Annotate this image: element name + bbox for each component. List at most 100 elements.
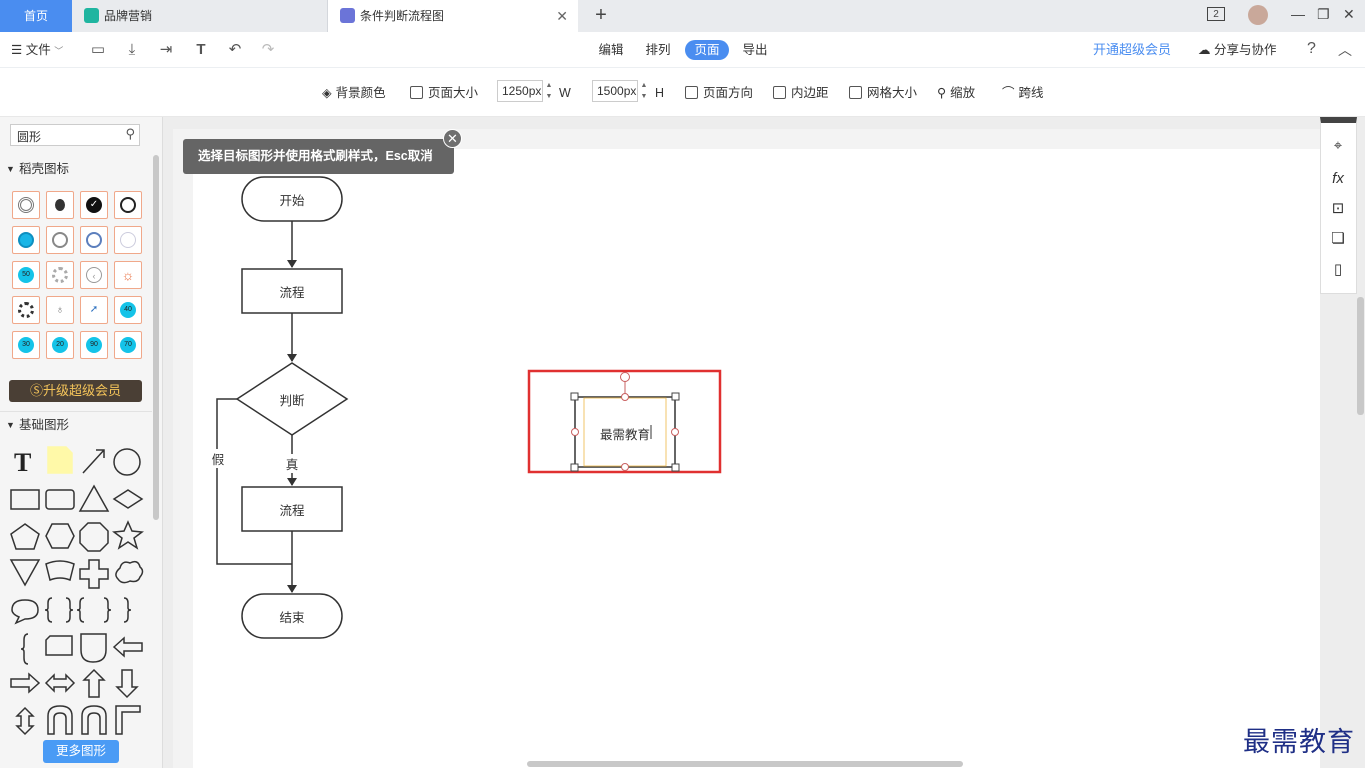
cloud-shape[interactable] [115,560,144,584]
circle-icon-item[interactable] [12,191,40,219]
right-arrow-shape[interactable] [10,672,41,694]
search-icon[interactable]: ⚲ [125,126,135,142]
brace-pair-shape[interactable] [76,597,112,623]
number-90-icon-item[interactable]: 90 [80,331,108,359]
circle-icon-item[interactable] [46,261,74,289]
double-arrow-shape[interactable] [44,673,76,693]
section-docer-icons[interactable]: ▼ 稻壳图标 [0,156,152,182]
card-shape[interactable] [45,635,73,656]
tooltip-close-icon[interactable]: ✕ [443,129,462,148]
page-icon[interactable]: ▯ [1328,260,1348,280]
share-button[interactable]: ☁ 分享与协作 [1198,41,1277,59]
background-color-button[interactable]: ◈ 背景颜色 [322,84,386,102]
collapse-icon[interactable]: ︿ [1338,40,1352,60]
left-brace-shape[interactable] [44,597,53,623]
circle-shape[interactable] [113,448,141,476]
tall-brace-shape[interactable] [20,633,29,665]
tab-edit[interactable]: 编辑 [596,40,626,60]
circle-icon-item[interactable] [46,226,74,254]
avatar[interactable] [1248,5,1268,25]
diamond-shape[interactable] [112,489,144,509]
flask-icon-item[interactable]: ♁ [46,296,74,324]
resize-handle-tl[interactable] [570,392,579,401]
page-width-input[interactable]: 1250px [497,80,543,102]
vertical-double-arrow-shape[interactable] [15,706,35,736]
download-icon[interactable]: ⤓ [123,41,141,59]
left-arrow-shape[interactable] [112,636,143,658]
anchor-right[interactable] [671,428,679,436]
minimize-icon[interactable]: — [1291,6,1305,22]
anchor-top[interactable] [621,393,629,401]
check-circle-icon-item[interactable]: ✓ [80,191,108,219]
tab-home[interactable]: 首页 [0,0,72,32]
u-turn-arrow-shape[interactable] [47,705,73,735]
page-size-button[interactable]: 页面大小 [410,84,478,102]
tab-arrange[interactable]: 排列 [643,40,673,60]
number-70-icon-item[interactable]: 70 [114,331,142,359]
zoom-button[interactable]: ⚲ 缩放 [937,84,975,102]
pentagon-shape[interactable] [10,523,40,550]
format-painter-icon[interactable]: T [192,41,210,59]
save-icon[interactable]: ▭ [89,41,107,59]
tab-page[interactable]: 页面 [685,40,729,60]
resize-handle-tr[interactable] [671,392,680,401]
note-shape[interactable] [47,446,73,474]
window-count-badge[interactable]: 2 [1207,7,1225,21]
rocket-icon-item[interactable]: ➚ [80,296,108,324]
tab-brand-marketing[interactable]: 品牌营销 [72,0,328,32]
page-orientation-button[interactable]: 页面方向 [685,84,753,102]
speech-bubble-shape[interactable] [11,599,39,625]
number-50-icon-item[interactable]: 50 [12,261,40,289]
display-shape[interactable] [80,633,107,663]
circle-icon-item[interactable] [12,296,40,324]
vertical-scrollbar[interactable] [1357,297,1364,415]
down-arrow-shape[interactable] [115,669,139,699]
corner-shape[interactable] [115,705,141,735]
hexagon-shape[interactable] [45,523,75,549]
tab-export[interactable]: 导出 [740,40,770,60]
text-tool-shape[interactable]: T [14,448,31,477]
selected-shape-text[interactable]: 最需教育 [584,424,666,443]
arrow-line-shape[interactable] [82,449,105,474]
up-arrow-shape[interactable] [82,668,106,698]
arrow-circle-icon-item[interactable]: ‹ [80,261,108,289]
resize-handle-br[interactable] [671,463,680,472]
shape-data-icon[interactable]: ⊡ [1328,199,1348,219]
circle-icon-item[interactable] [114,191,142,219]
tab-close-icon[interactable]: ✕ [556,0,568,32]
undo-icon[interactable]: ↶ [226,41,244,59]
number-30-icon-item[interactable]: 30 [12,331,40,359]
tab-flowchart[interactable]: 条件判断流程图 ✕ [328,0,578,32]
more-shapes-button[interactable]: 更多图形 [43,740,119,763]
anchor-bottom[interactable] [621,463,629,471]
formula-icon[interactable]: fx [1328,169,1348,189]
navigator-icon[interactable]: ⌖ [1328,136,1348,156]
triangle-shape[interactable] [78,484,110,512]
vip-link[interactable]: 开通超级会员 [1093,41,1171,59]
circle-icon-item[interactable] [80,226,108,254]
right-brace-shape[interactable] [65,597,74,623]
inverted-triangle-shape[interactable] [9,559,41,587]
restore-icon[interactable]: ❐ [1317,6,1330,23]
padding-button[interactable]: 内边距 [773,84,829,102]
file-menu[interactable]: ☰ 文件 ﹀ [11,41,63,60]
redo-icon[interactable]: ↷ [259,41,277,59]
new-tab-button[interactable]: + [588,0,614,32]
rotate-handle[interactable] [620,372,630,382]
circle-icon-item[interactable] [46,191,74,219]
u-turn-arrow-shape[interactable] [81,705,107,735]
anchor-left[interactable] [571,428,579,436]
left-panel-scrollbar[interactable] [153,155,159,520]
circle-icon-item[interactable] [12,226,40,254]
upgrade-vip-button[interactable]: Ⓢ升级超级会员 [9,380,142,402]
cross-shape[interactable] [79,559,109,589]
banner-shape[interactable] [45,560,75,582]
star-shape[interactable] [112,520,144,550]
number-40-icon-item[interactable]: 40 [114,296,142,324]
pages-icon[interactable]: ❏ [1328,229,1348,249]
help-icon[interactable]: ? [1307,40,1316,58]
grid-size-button[interactable]: 网格大小 [849,84,917,102]
resize-handle-bl[interactable] [570,463,579,472]
right-bracket-shape[interactable] [123,597,132,623]
circle-icon-item[interactable] [114,226,142,254]
